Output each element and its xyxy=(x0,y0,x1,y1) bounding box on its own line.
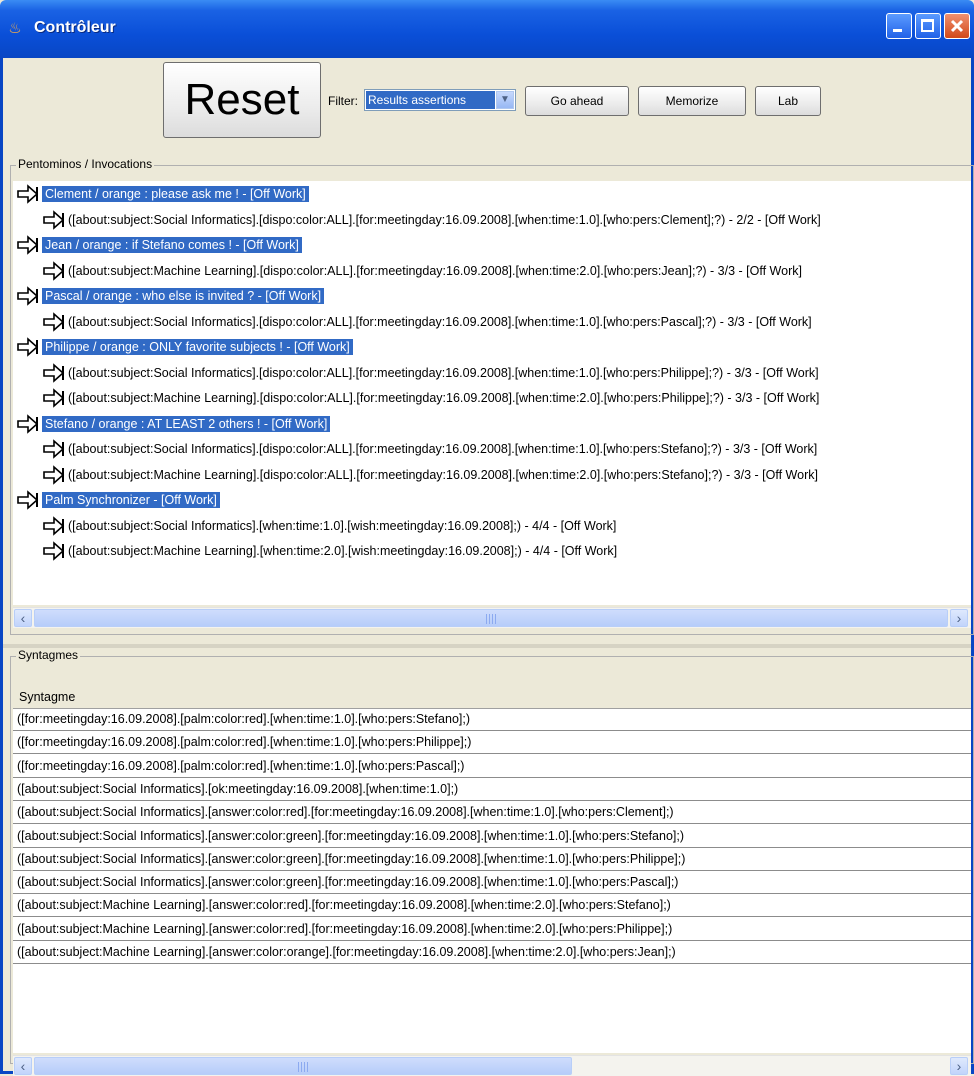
tree-node[interactable]: Philippe / orange : ONLY favorite subjec… xyxy=(17,336,353,358)
arrow-into-bar-icon xyxy=(43,388,65,408)
tree-leaf-label: ([about:subject:Machine Learning].[when:… xyxy=(68,544,618,558)
tree-leaf[interactable]: ([about:subject:Social Informatics].[whe… xyxy=(43,515,616,537)
arrow-into-bar-icon xyxy=(17,286,39,306)
syntagme-cell: ([about:subject:Social Informatics].[ans… xyxy=(17,828,685,843)
window-title: Contrôleur xyxy=(34,19,116,36)
table-row[interactable]: ([about:subject:Machine Learning].[answe… xyxy=(13,941,971,964)
java-cup-icon: ♨ xyxy=(8,20,22,37)
invocations-horizontal-scrollbar[interactable]: ‹ › xyxy=(13,607,971,628)
syntagme-cell: ([for:meetingday:16.09.2008].[palm:color… xyxy=(17,758,465,773)
tree-node-label: Stefano / orange : AT LEAST 2 others ! -… xyxy=(42,415,331,432)
tree-leaf-label: ([about:subject:Machine Learning].[dispo… xyxy=(68,467,818,482)
tree-node-label: Palm Synchronizer - [Off Work] xyxy=(42,492,220,508)
tree-node[interactable]: Pascal / orange : who else is invited ? … xyxy=(17,285,325,307)
arrow-into-bar-icon xyxy=(43,311,65,332)
syntagme-cell: ([about:subject:Machine Learning].[answe… xyxy=(17,898,671,913)
scroll-left-icon[interactable]: ‹ xyxy=(14,609,32,627)
table-row[interactable]: ([about:subject:Social Informatics].[ans… xyxy=(13,848,971,871)
close-button[interactable] xyxy=(944,13,970,39)
table-row[interactable]: ([for:meetingday:16.09.2008].[palm:color… xyxy=(13,755,971,778)
tree-node[interactable]: Palm Synchronizer - [Off Work] xyxy=(17,489,220,511)
tree-leaf-label: ([about:subject:Social Informatics].[dis… xyxy=(68,314,812,329)
table-row[interactable]: ([about:subject:Machine Learning].[answe… xyxy=(13,918,971,941)
syntagme-cell: ([about:subject:Social Informatics].[ans… xyxy=(17,875,679,890)
filter-selected-value: Results assertions xyxy=(366,91,495,109)
arrow-into-bar-icon xyxy=(17,337,39,357)
tree-leaf-label: ([about:subject:Social Informatics].[dis… xyxy=(68,365,819,380)
table-row[interactable]: ([about:subject:Social Informatics].[ok:… xyxy=(13,778,971,801)
arrow-into-bar-icon xyxy=(17,184,39,204)
split-pane-divider[interactable] xyxy=(3,644,971,648)
arrow-into-bar-icon xyxy=(43,362,65,383)
tree-leaf[interactable]: ([about:subject:Machine Learning].[dispo… xyxy=(43,260,802,282)
minimize-icon xyxy=(893,29,902,32)
table-row[interactable]: ([about:subject:Social Informatics].[ans… xyxy=(13,825,971,848)
invocations-tree[interactable]: Clement / orange : please ask me ! - [Of… xyxy=(13,181,971,605)
table-row[interactable]: ([for:meetingday:16.09.2008].[palm:color… xyxy=(13,731,971,755)
scroll-left-icon[interactable]: ‹ xyxy=(14,1057,32,1075)
table-row[interactable]: ([about:subject:Social Informatics].[ans… xyxy=(13,801,971,825)
tree-leaf-label: ([about:subject:Machine Learning].[dispo… xyxy=(68,391,820,405)
table-row[interactable]: ([about:subject:Social Informatics].[ans… xyxy=(13,871,971,895)
tree-leaf[interactable]: ([about:subject:Social Informatics].[dis… xyxy=(43,438,817,460)
tree-leaf[interactable]: ([about:subject:Machine Learning].[when:… xyxy=(43,540,617,562)
tree-node[interactable]: Clement / orange : please ask me ! - [Of… xyxy=(17,183,309,205)
syntagme-column-header[interactable]: Syntagme xyxy=(13,683,971,709)
arrow-into-bar-icon xyxy=(43,439,65,459)
syntagme-cell: ([about:subject:Social Informatics].[ans… xyxy=(17,851,686,866)
table-row[interactable]: ([about:subject:Machine Learning].[answe… xyxy=(13,894,971,918)
syntagme-cell: ([for:meetingday:16.09.2008].[palm:color… xyxy=(17,735,472,750)
memorize-button[interactable]: Memorize xyxy=(638,86,746,116)
scrollbar-thumb[interactable] xyxy=(34,609,948,627)
syntagmes-table[interactable]: Syntagme ([for:meetingday:16.09.2008].[p… xyxy=(13,683,971,1053)
scroll-right-icon[interactable]: › xyxy=(950,609,968,627)
tree-leaf-label: ([about:subject:Social Informatics].[dis… xyxy=(68,212,821,227)
arrow-into-bar-icon xyxy=(43,541,65,561)
table-row[interactable]: ([for:meetingday:16.09.2008].[palm:color… xyxy=(13,708,971,731)
arrow-into-bar-icon xyxy=(17,413,39,434)
filter-label: Filter: xyxy=(328,94,358,108)
minimize-button[interactable] xyxy=(886,13,912,39)
syntagme-cell: ([about:subject:Social Informatics].[ans… xyxy=(17,805,674,820)
lab-button[interactable]: Lab xyxy=(755,86,821,116)
syntagme-cell: ([about:subject:Social Informatics].[ok:… xyxy=(17,781,459,796)
close-icon xyxy=(950,19,964,33)
syntagme-cell: ([about:subject:Machine Learning].[answe… xyxy=(17,921,673,936)
tree-node[interactable]: Stefano / orange : AT LEAST 2 others ! -… xyxy=(17,413,331,435)
arrow-into-bar-icon xyxy=(43,209,65,230)
arrow-into-bar-icon xyxy=(43,515,65,536)
title-bar[interactable]: ♨ Contrôleur xyxy=(0,0,974,58)
tree-node-label: Pascal / orange : who else is invited ? … xyxy=(42,288,325,304)
syntagme-cell: ([about:subject:Machine Learning].[answe… xyxy=(17,945,676,959)
chevron-down-icon[interactable]: ▼ xyxy=(496,91,514,109)
filter-select[interactable]: Results assertions ▼ xyxy=(364,89,516,111)
pentominos-panel-title: Pentominos / Invocations xyxy=(16,157,155,171)
scroll-right-icon[interactable]: › xyxy=(950,1057,968,1075)
arrow-into-bar-icon xyxy=(43,260,65,281)
tree-node-label: Jean / orange : if Stefano comes ! - [Of… xyxy=(42,237,302,253)
syntagme-cell: ([for:meetingday:16.09.2008].[palm:color… xyxy=(17,712,471,726)
tree-leaf-label: ([about:subject:Machine Learning].[dispo… xyxy=(68,263,802,278)
tree-leaf-label: ([about:subject:Social Informatics].[dis… xyxy=(68,442,818,456)
syntagmes-horizontal-scrollbar[interactable]: ‹ › xyxy=(13,1055,971,1076)
syntagmes-panel-title: Syntagmes xyxy=(16,648,81,662)
tree-leaf-label: ([about:subject:Social Informatics].[whe… xyxy=(68,518,617,533)
tree-node-label: Clement / orange : please ask me ! - [Of… xyxy=(42,186,309,202)
tree-leaf[interactable]: ([about:subject:Machine Learning].[dispo… xyxy=(43,387,819,409)
scrollbar-thumb[interactable] xyxy=(34,1057,572,1075)
tree-leaf[interactable]: ([about:subject:Social Informatics].[dis… xyxy=(43,362,819,384)
tree-leaf[interactable]: ([about:subject:Social Informatics].[dis… xyxy=(43,209,821,231)
maximize-button[interactable] xyxy=(915,13,941,39)
tree-node[interactable]: Jean / orange : if Stefano comes ! - [Of… xyxy=(17,234,302,256)
arrow-into-bar-icon xyxy=(17,490,39,510)
maximize-icon xyxy=(921,19,934,32)
tree-node-label: Philippe / orange : ONLY favorite subjec… xyxy=(42,339,353,355)
arrow-into-bar-icon xyxy=(17,235,39,255)
reset-button[interactable]: Reset xyxy=(163,62,321,138)
go-ahead-button[interactable]: Go ahead xyxy=(525,86,629,116)
arrow-into-bar-icon xyxy=(43,464,65,485)
column-header-label: Syntagme xyxy=(19,690,76,704)
tree-leaf[interactable]: ([about:subject:Social Informatics].[dis… xyxy=(43,311,812,333)
tree-leaf[interactable]: ([about:subject:Machine Learning].[dispo… xyxy=(43,464,818,486)
